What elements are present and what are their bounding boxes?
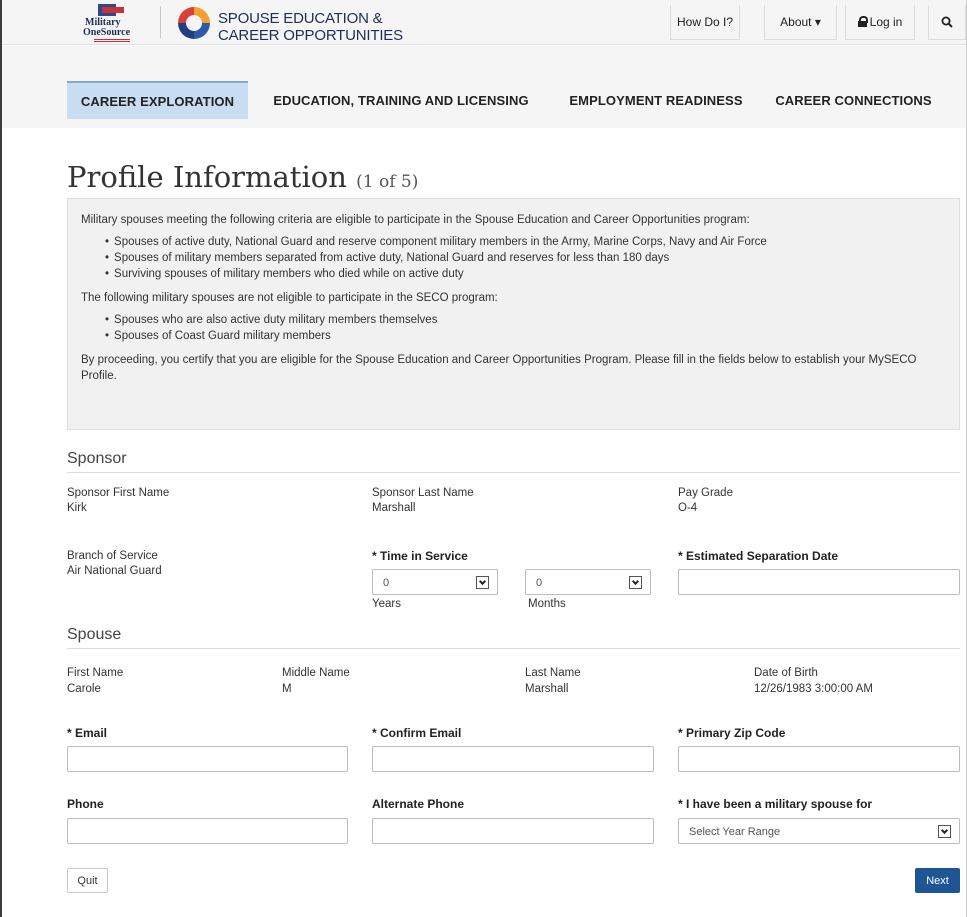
login-button[interactable]: Log in [845, 5, 915, 40]
spouse-first-name-label: First Name [67, 667, 124, 679]
main-nav: CAREER EXPLORATION EDUCATION, TRAINING A… [2, 46, 966, 128]
nav-career-exploration[interactable]: CAREER EXPLORATION [67, 81, 248, 119]
email-input[interactable] [67, 746, 348, 772]
months-value: 0 [536, 577, 543, 589]
email-label: * Email [67, 726, 108, 740]
lock-icon [857, 16, 868, 27]
section-divider [67, 472, 960, 473]
dob-value: 12/26/1983 3:00:00 AM [754, 683, 873, 695]
not-eligible-list: Spouses who are also active duty militar… [105, 312, 946, 344]
eligibility-intro: Military spouses meeting the following c… [81, 214, 750, 226]
chevron-down-icon [629, 576, 642, 589]
certify-text: By proceeding, you certify that you are … [81, 354, 917, 382]
page-title-text: Profile Information [67, 160, 347, 194]
separation-date-input[interactable] [678, 569, 960, 595]
military-onesource-logo[interactable]: Military OneSource [80, 4, 150, 42]
branch-label: Branch of Service [67, 550, 158, 562]
sponsor-first-name-label: Sponsor First Name [67, 487, 170, 499]
list-item: Spouses who are also active duty militar… [105, 312, 946, 328]
flag-icon [98, 4, 124, 16]
months-select[interactable]: 0 [525, 569, 651, 595]
nav-career-connections[interactable]: CAREER CONNECTIONS [766, 81, 941, 119]
window-edge-left [0, 0, 2, 917]
spouse-last-name-value: Marshall [525, 683, 569, 695]
years-select[interactable]: 0 [372, 569, 498, 595]
spouse-section-title: Spouse [67, 626, 122, 643]
chevron-down-icon [938, 825, 951, 838]
stripes-icon [94, 39, 130, 42]
time-in-service-label: * Time in Service [372, 549, 468, 563]
sponsor-last-name-label: Sponsor Last Name [372, 487, 474, 499]
spouse-middle-name-label: Middle Name [282, 667, 350, 679]
list-item: Surviving spouses of military members wh… [105, 266, 946, 282]
nav-education-training-licensing[interactable]: EDUCATION, TRAINING AND LICENSING [256, 81, 546, 119]
search-icon [941, 16, 953, 28]
years-value: 0 [383, 577, 390, 589]
list-item: Spouses of military members separated fr… [105, 250, 946, 266]
phone-input[interactable] [67, 818, 348, 844]
not-eligible-intro: The following military spouses are not e… [81, 292, 498, 304]
seco-line1: SPOUSE EDUCATION & [218, 10, 383, 27]
spouse-duration-label: * I have been a military spouse for [678, 797, 873, 811]
alternate-phone-label: Alternate Phone [372, 797, 465, 811]
how-do-i-button[interactable]: How Do I? [670, 5, 740, 40]
logo-divider [160, 6, 161, 38]
sponsor-first-name-value: Kirk [67, 502, 87, 514]
top-header: Military OneSource SPOUSE EDUCATION & CA… [2, 0, 966, 45]
zip-code-input[interactable] [678, 746, 960, 772]
search-button[interactable] [928, 5, 966, 40]
phone-label: Phone [67, 797, 104, 811]
login-label: Log in [869, 15, 903, 29]
confirm-email-label: * Confirm Email [372, 726, 462, 740]
seco-logo-text[interactable]: SPOUSE EDUCATION & CAREER OPPORTUNITIES [218, 10, 403, 44]
mos-logo-line2: OneSource [83, 27, 131, 38]
dob-label: Date of Birth [754, 667, 818, 679]
pay-grade-label: Pay Grade [678, 487, 733, 499]
seco-line2: CAREER OPPORTUNITIES [218, 27, 403, 44]
seco-swirl-icon[interactable] [176, 5, 212, 41]
eligible-list: Spouses of active duty, National Guard a… [105, 234, 946, 282]
branch-value: Air National Guard [67, 565, 162, 577]
eligibility-panel: Military spouses meeting the following c… [67, 198, 960, 430]
spouse-duration-value: Select Year Range [689, 826, 781, 838]
months-label: Months [528, 598, 566, 610]
next-button[interactable]: Next [915, 868, 960, 893]
spouse-duration-select[interactable]: Select Year Range [678, 818, 960, 844]
chevron-down-icon [476, 576, 489, 589]
sponsor-last-name-value: Marshall [372, 502, 416, 514]
page-step: (1 of 5) [356, 172, 419, 192]
section-divider [67, 648, 960, 649]
years-label: Years [372, 598, 401, 610]
list-item: Spouses of active duty, National Guard a… [105, 234, 946, 250]
spouse-middle-name-value: M [282, 683, 292, 695]
list-item: Spouses of Coast Guard military members [105, 328, 946, 344]
spouse-first-name-value: Carole [67, 683, 101, 695]
page-title: Profile Information (1 of 5) [67, 160, 418, 194]
separation-date-label: * Estimated Separation Date [678, 549, 839, 563]
alternate-phone-input[interactable] [372, 818, 654, 844]
zip-code-label: * Primary Zip Code [678, 726, 786, 740]
about-dropdown[interactable]: About ▾ [764, 5, 837, 40]
spouse-last-name-label: Last Name [525, 667, 581, 679]
nav-employment-readiness[interactable]: EMPLOYMENT READINESS [558, 81, 754, 119]
sponsor-section-title: Sponsor [67, 450, 127, 467]
confirm-email-input[interactable] [372, 746, 654, 772]
pay-grade-value: O-4 [678, 502, 698, 514]
quit-button[interactable]: Quit [67, 868, 108, 893]
